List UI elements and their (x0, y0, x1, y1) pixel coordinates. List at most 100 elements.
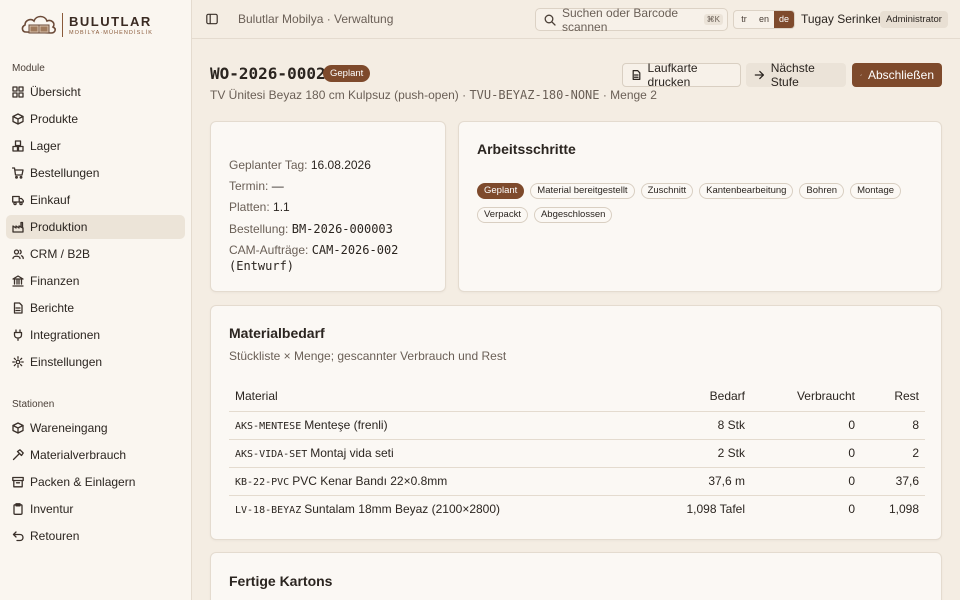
step-chip[interactable]: Verpackt (477, 207, 528, 223)
sidebar-item-berichte[interactable]: Berichte (6, 296, 185, 320)
work-order-subtitle: TV Ünitesi Beyaz 180 cm Kulpsuz (push-op… (210, 88, 657, 102)
material-cell: AKS-MENTESE Menteşe (frenli) (229, 411, 641, 440)
breadcrumb: Bulutlar Mobilya · Verwaltung (238, 12, 394, 26)
material-code: KB-22-PVC (235, 477, 290, 488)
sidebar-item-einkauf[interactable]: Einkauf (6, 188, 185, 212)
order-ref: Bestellung: BM-2026-000003 (229, 221, 393, 237)
product-name: TV Ünitesi Beyaz 180 cm Kulpsuz (push-op… (210, 88, 470, 102)
need-cell: 37,6 m (641, 467, 751, 496)
sidebar-item-lager[interactable]: Lager (6, 134, 185, 158)
users-icon (12, 248, 24, 260)
sidebar-item-inventur[interactable]: Inventur (6, 497, 185, 521)
sidebar-item-label: Berichte (30, 301, 75, 315)
material-name: Menteşe (frenli) (304, 418, 388, 432)
work-steps-list: Geplant Material bereitgestellt Zuschnit… (477, 183, 927, 223)
sidebar-item-label: Inventur (30, 502, 74, 516)
material-name: Montaj vida seti (310, 446, 394, 460)
material-cell: KB-22-PVC PVC Kenar Bandı 22×0.8mm (229, 467, 641, 496)
search-shortcut: ⌘K (703, 14, 723, 25)
step-chip[interactable]: Material bereitgestellt (530, 183, 635, 199)
order-link[interactable]: BM-2026-000003 (292, 222, 393, 236)
print-route-card-button[interactable]: Laufkarte drucken (622, 61, 741, 89)
sidebar-item-label: Produkte (30, 112, 79, 126)
sidebar-item-wareneingang[interactable]: Wareneingang (6, 416, 185, 440)
step-chip[interactable]: Kantenbearbeitung (699, 183, 794, 199)
search-input[interactable]: Suchen oder Barcode scannen ⌘K (535, 6, 728, 34)
user-name[interactable]: Tugay Serinken (801, 12, 885, 26)
double-check-icon (860, 74, 862, 76)
boards-value: 1.1 (273, 200, 290, 214)
sidebar-item-einstellungen[interactable]: Einstellungen (6, 350, 185, 374)
language-switcher: tr en de (733, 10, 795, 29)
sidebar-item-produkte[interactable]: Produkte (6, 107, 185, 131)
column-header-used: Verbraucht (751, 382, 861, 412)
step-chip[interactable]: Abgeschlossen (533, 207, 613, 223)
table-row: KB-22-PVC PVC Kenar Bandı 22×0.8mm 37,6 m… (229, 467, 925, 496)
material-code: AKS-MENTESE (235, 421, 302, 432)
step-chip[interactable]: Bohren (799, 183, 845, 199)
sidebar-item-bestellungen[interactable]: Bestellungen (6, 161, 185, 185)
column-header-rest: Rest (861, 382, 925, 412)
step-chip[interactable]: Montage (850, 183, 902, 199)
used-cell: 0 (751, 411, 861, 440)
sidebar-item-retouren[interactable]: Retouren (6, 524, 185, 548)
sidebar-toggle-icon[interactable] (206, 13, 218, 25)
step-chip[interactable]: Zuschnitt (640, 183, 694, 199)
sidebar-item-label: Produktion (30, 220, 88, 234)
sidebar-item-label: Finanzen (30, 274, 80, 288)
work-order-info-card: Geplanter Tag: 16.08.2026 Termin: — Plat… (210, 121, 446, 292)
next-stage-label: Nächste Stufe (770, 61, 815, 89)
material-requirements-card: Materialbedarf Stückliste × Menge; gesca… (210, 305, 942, 540)
return-icon (12, 530, 24, 542)
logo-text: BULUTLAR MOBİLYA·MÜHENDİSLİK (69, 14, 153, 36)
sidebar-item-label: Materialverbrauch (30, 448, 127, 462)
sidebar-item-integrationen[interactable]: Integrationen (6, 323, 185, 347)
used-cell: 0 (751, 439, 861, 468)
sidebar-item-crm[interactable]: CRM / B2B (6, 242, 185, 266)
hammer-icon (12, 449, 24, 461)
sidebar-item-label: Einkauf (30, 193, 71, 207)
factory-icon (12, 221, 24, 233)
sidebar-item-finanzen[interactable]: Finanzen (6, 269, 185, 293)
sidebar-item-label: Integrationen (30, 328, 101, 342)
lang-de[interactable]: de (774, 11, 794, 28)
lang-tr[interactable]: tr (734, 11, 754, 28)
lang-en[interactable]: en (754, 11, 774, 28)
work-steps-card: Arbeitsschritte Geplant Material bereitg… (458, 121, 942, 292)
step-chip[interactable]: Geplant (477, 183, 525, 199)
sidebar-item-label: Einstellungen (30, 355, 103, 369)
deadline-value: — (271, 179, 284, 193)
sidebar-item-uebersicht[interactable]: Übersicht (6, 80, 185, 104)
quantity: · Menge 2 (599, 88, 657, 102)
cart-icon (12, 167, 24, 179)
next-stage-button[interactable]: Nächste Stufe (746, 61, 846, 89)
need-cell: 2 Stk (641, 439, 751, 468)
box-icon (12, 113, 24, 125)
file-icon (12, 302, 24, 314)
material-name: PVC Kenar Bandı 22×0.8mm (292, 474, 448, 488)
logo-divider (62, 13, 63, 37)
sidebar-item-label: Retouren (30, 529, 80, 543)
sidebar-item-label: Lager (30, 139, 61, 153)
archive-icon (12, 476, 24, 488)
page-title: WO-2026-0002 (210, 64, 326, 83)
sidebar-item-label: CRM / B2B (30, 247, 91, 261)
used-cell: 0 (848, 502, 855, 517)
table-header-row: Material Bedarf Verbraucht Rest (229, 382, 925, 412)
brand-name: BULUTLAR (69, 14, 152, 29)
need-cell: 1,098 Tafel (686, 502, 746, 517)
sidebar-item-packen[interactable]: Packen & Einlagern (6, 470, 185, 494)
rest-cell: 2 (861, 439, 925, 468)
boxes-icon (12, 140, 24, 152)
complete-button[interactable]: Abschließen (852, 63, 942, 87)
table-row: AKS-VIDA-SET Montaj vida seti 2 Stk 0 2 (229, 439, 925, 468)
sidebar-item-produktion[interactable]: Produktion (6, 215, 185, 239)
product-sku: TVU-BEYAZ-180-NONE (469, 88, 600, 102)
cam-jobs: CAM-Aufträge: CAM-2026-002 (Entwurf) (229, 242, 429, 274)
sidebar-item-label: Packen & Einlagern (30, 475, 136, 489)
column-header-material: Material (229, 382, 641, 412)
sidebar-item-label: Wareneingang (30, 421, 108, 435)
sidebar-item-materialverbrauch[interactable]: Materialverbrauch (6, 443, 185, 467)
work-steps-title: Arbeitsschritte (477, 141, 576, 157)
logo[interactable]: BULUTLAR MOBİLYA·MÜHENDİSLİK (20, 12, 153, 38)
